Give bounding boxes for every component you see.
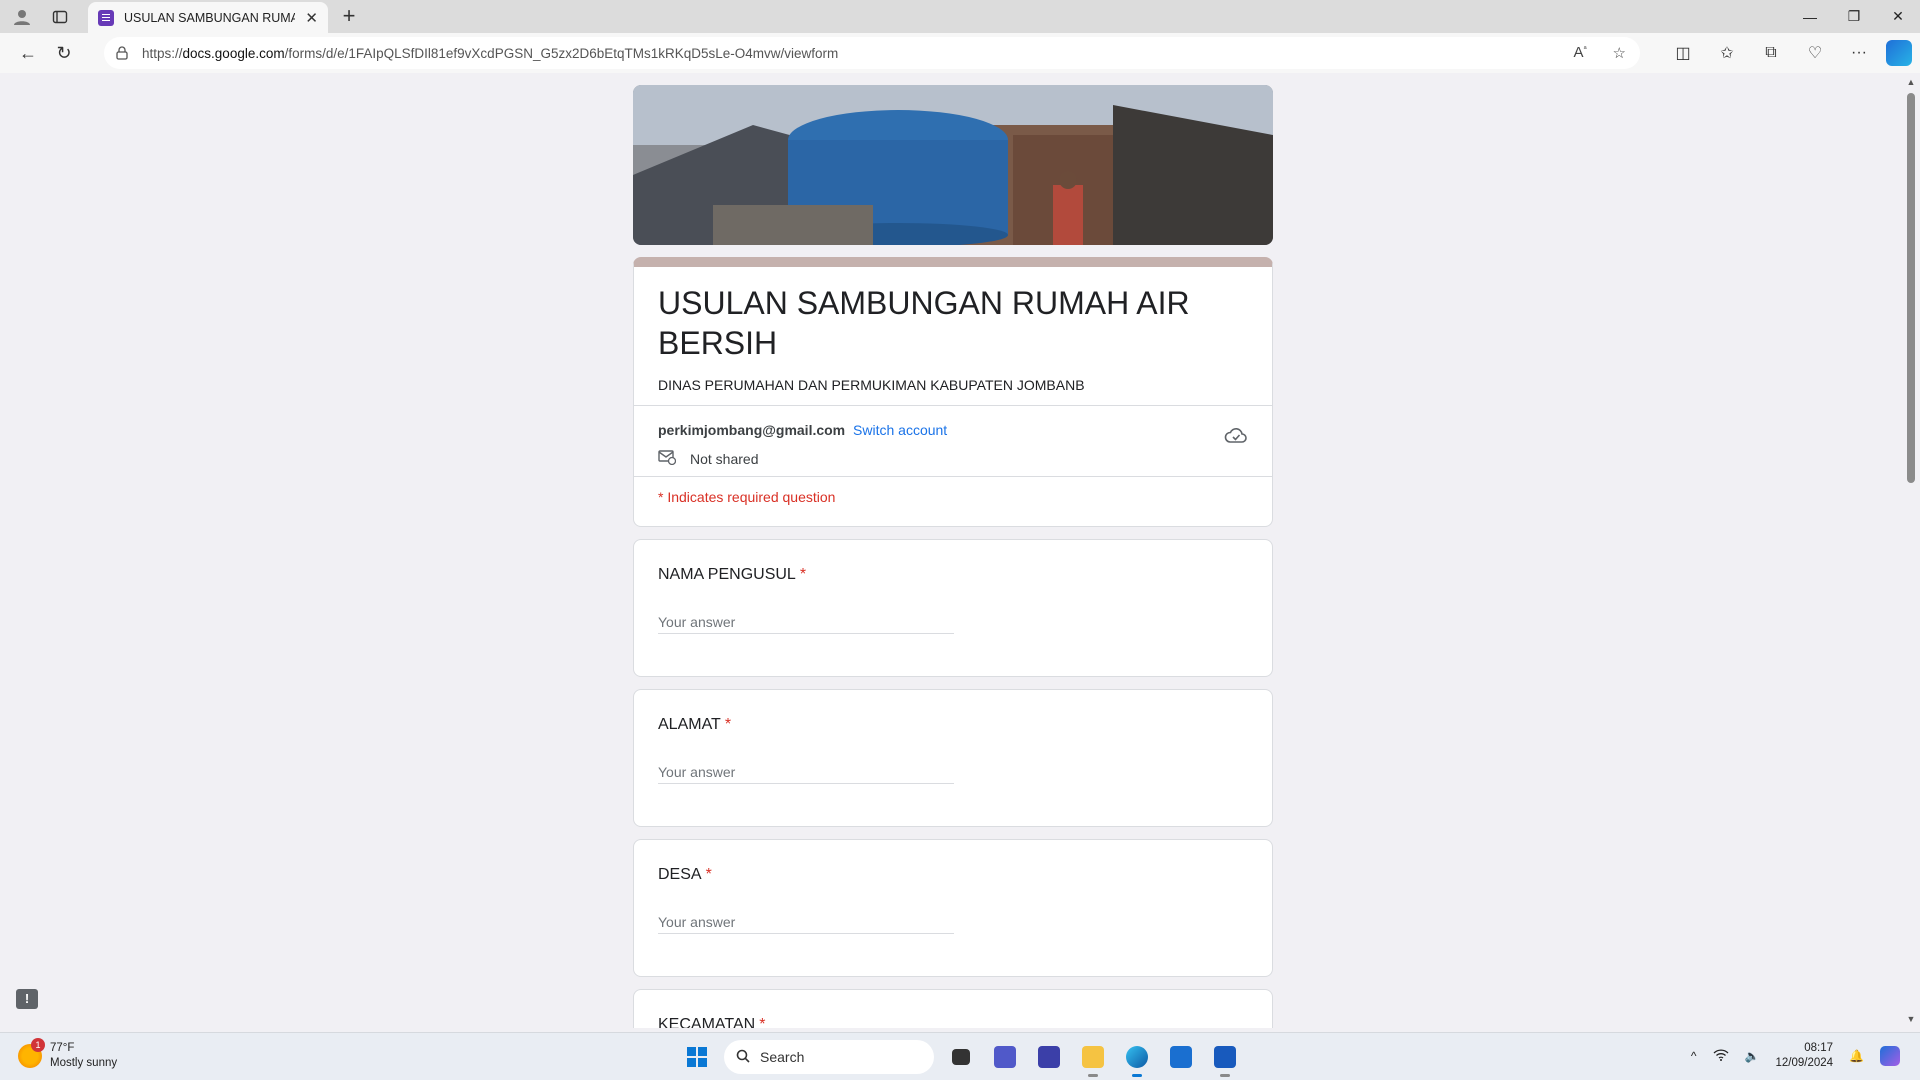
divider (634, 476, 1272, 477)
nama-pengusul-input[interactable] (658, 610, 954, 634)
google-forms-icon (98, 9, 114, 26)
form-header-image (633, 85, 1273, 245)
not-shared-row: Not shared (658, 449, 758, 468)
tab-title: USULAN SAMBUNGAN RUMAH AIR BERSIH (124, 10, 296, 25)
required-asterisk: * (759, 1016, 766, 1028)
file-viewer-icon[interactable] (944, 1040, 978, 1074)
scroll-up-icon[interactable]: ▲ (1906, 77, 1916, 87)
weather-widget[interactable]: 1 77°F Mostly sunny (18, 1038, 118, 1071)
required-asterisk: * (705, 866, 712, 883)
windows-taskbar: 1 77°F Mostly sunny Search ^ 🔈 08:17 12/… (0, 1032, 1920, 1080)
question-card-desa: DESA * (633, 839, 1273, 977)
account-info: perkimjombang@gmail.com Switch account (658, 422, 947, 438)
desa-input[interactable] (658, 910, 954, 934)
url-field[interactable]: https://docs.google.com/forms/d/e/1FAIpQ… (104, 37, 1640, 69)
back-icon[interactable]: ← (10, 37, 46, 69)
start-menu-icon[interactable] (680, 1040, 714, 1074)
url-host: docs.google.com (182, 45, 285, 61)
favorites-icon[interactable]: ✩ (1710, 37, 1744, 69)
not-shared-label: Not shared (690, 450, 759, 467)
notification-badge: 1 (31, 1038, 45, 1052)
clock-time: 08:17 (1804, 1042, 1834, 1054)
form-title: USULAN SAMBUNGAN RUMAH AIR BERSIH (658, 285, 1190, 361)
tab-actions-icon[interactable] (48, 5, 72, 29)
copilot-taskbar-icon[interactable] (1880, 1046, 1900, 1066)
refresh-icon[interactable]: ↻ (46, 37, 82, 69)
cloud-save-icon[interactable] (1224, 425, 1248, 445)
form-page: USULAN SAMBUNGAN RUMAH AIR BERSIH DINAS … (0, 73, 1902, 1028)
question-card-nama-pengusul: NAMA PENGUSUL * (633, 539, 1273, 677)
form-title-card: USULAN SAMBUNGAN RUMAH AIR BERSIH DINAS … (633, 257, 1273, 527)
clock-date: 12/09/2024 (1775, 1057, 1834, 1069)
taskbar-search[interactable]: Search (724, 1040, 934, 1074)
question-card-alamat: ALAMAT * (633, 689, 1273, 827)
page-scrollbar[interactable]: ▲ ▼ (1902, 73, 1920, 1028)
notifications-icon[interactable]: 🔔 (1849, 1049, 1864, 1063)
app-icon[interactable] (1032, 1040, 1066, 1074)
wifi-icon[interactable] (1713, 1048, 1729, 1064)
browser-tab-bar: USULAN SAMBUNGAN RUMAH AIR BERSIH ✕ + — … (0, 0, 1920, 33)
tab-active[interactable]: USULAN SAMBUNGAN RUMAH AIR BERSIH ✕ (88, 2, 328, 33)
question-label: KECAMATAN * (658, 1016, 765, 1028)
close-window-icon[interactable]: ✕ (1876, 0, 1920, 33)
edge-icon[interactable] (1120, 1040, 1154, 1077)
browser-essentials-icon[interactable]: ♡ (1798, 37, 1832, 69)
url-path: /forms/d/e/1FAIpQLSfDIl81ef9vXcdPGSN_G5z… (284, 45, 839, 61)
required-asterisk: * (724, 716, 732, 733)
copilot-icon[interactable] (1886, 40, 1912, 66)
switch-account-link[interactable]: Switch account (853, 422, 947, 438)
file-explorer-icon[interactable] (1076, 1040, 1110, 1077)
clock[interactable]: 08:17 12/09/2024 (1775, 1041, 1833, 1071)
question-card-kecamatan: KECAMATAN * (633, 989, 1273, 1028)
more-menu-icon[interactable]: ··· (1842, 37, 1876, 69)
lock-icon (116, 46, 130, 60)
required-note: * Indicates required question (658, 489, 836, 505)
alamat-input[interactable] (658, 760, 954, 784)
favorite-star-icon[interactable]: ☆ (1613, 44, 1626, 62)
teams-icon[interactable] (988, 1040, 1022, 1074)
profile-icon[interactable] (10, 5, 34, 29)
read-aloud-icon[interactable]: Aᵃ (1574, 44, 1587, 62)
url-prefix: https:// (142, 45, 183, 61)
weather-condition: Mostly sunny (50, 1057, 118, 1069)
question-label: ALAMAT * (658, 716, 732, 733)
restore-icon[interactable]: ❐ (1832, 0, 1876, 33)
show-hidden-icons-icon[interactable]: ^ (1691, 1049, 1697, 1063)
report-problem-icon[interactable]: ! (16, 989, 38, 1009)
volume-icon[interactable]: 🔈 (1745, 1049, 1760, 1063)
search-label: Search (760, 1049, 805, 1065)
word-icon[interactable] (1208, 1040, 1242, 1077)
divider (634, 405, 1272, 406)
collections-icon[interactable]: ⧉ (1754, 37, 1788, 69)
required-asterisk: * (799, 566, 807, 583)
store-icon[interactable] (1164, 1040, 1198, 1074)
close-tab-icon[interactable]: ✕ (305, 9, 318, 27)
temperature: 77°F (50, 1042, 75, 1054)
search-icon (736, 1049, 750, 1066)
scroll-down-icon[interactable]: ▼ (1906, 1014, 1916, 1024)
scrollbar-thumb[interactable] (1907, 93, 1915, 483)
split-screen-icon[interactable]: ◫ (1666, 37, 1700, 69)
email-not-shared-icon (658, 449, 677, 468)
question-label: DESA * (658, 866, 712, 883)
minimize-icon[interactable]: — (1788, 0, 1832, 33)
new-tab-icon[interactable]: + (336, 4, 362, 30)
address-bar-row: ← ↻ https://docs.google.com/forms/d/e/1F… (0, 33, 1920, 73)
question-label: NAMA PENGUSUL * (658, 566, 807, 583)
account-email: perkimjombang@gmail.com (658, 422, 846, 438)
sun-icon: 1 (18, 1038, 45, 1068)
form-description: DINAS PERUMAHAN DAN PERMUKIMAN KABUPATEN… (658, 377, 1085, 393)
